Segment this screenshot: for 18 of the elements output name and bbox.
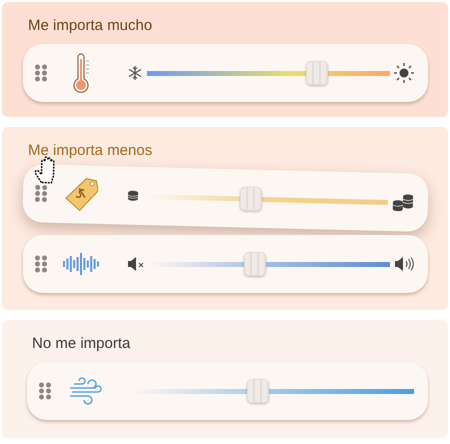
drag-handle-icon[interactable] [35,64,47,82]
speaker-icon [394,256,414,272]
group-title: Me importa mucho [28,16,152,36]
group-title: Me importa menos [28,141,152,161]
mute-icon [127,256,145,272]
group-title: No me importa [32,334,130,354]
drag-handle-icon[interactable] [35,255,47,273]
coin-stacks-icon [392,193,414,212]
slider-thumb[interactable] [240,186,262,211]
drag-handle-icon[interactable] [39,382,51,400]
coin-stack-icon [126,190,140,202]
sound-wave-icon [61,250,101,278]
slider-thumb[interactable] [247,379,270,403]
slider-thumb[interactable] [306,61,328,85]
slider-thumb[interactable] [244,252,266,276]
drag-handle-icon[interactable] [34,184,48,203]
sun-icon [394,63,414,83]
snowflake-icon [127,65,143,81]
